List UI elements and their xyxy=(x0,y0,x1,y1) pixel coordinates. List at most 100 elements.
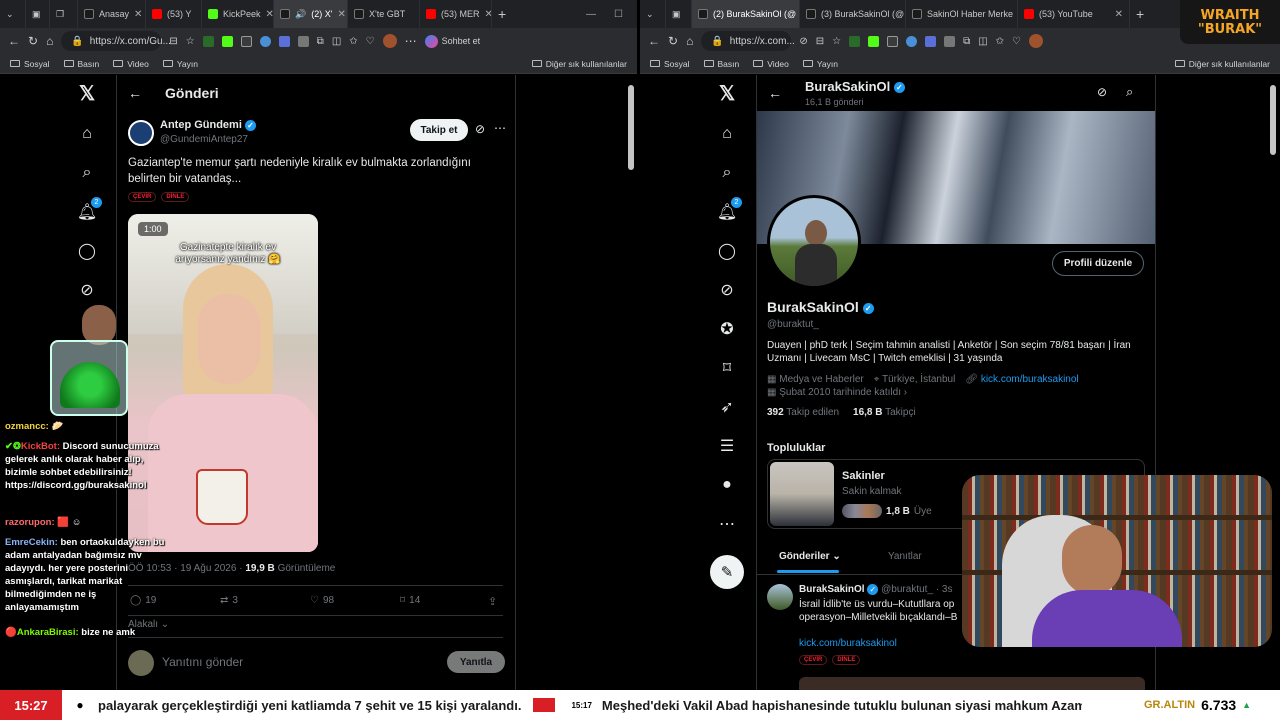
favorites-icon[interactable]: ✩ xyxy=(349,36,357,47)
scrollbar[interactable] xyxy=(628,85,634,170)
split-screen-icon[interactable]: ◫ xyxy=(978,36,987,47)
avatar[interactable] xyxy=(1029,34,1044,48)
tab-menu-icon[interactable]: ⌄ xyxy=(640,0,666,28)
jobs-icon[interactable]: ➶ xyxy=(717,397,737,417)
extension-icon[interactable] xyxy=(240,35,252,47)
grok-icon[interactable]: ⊘ xyxy=(717,280,737,300)
add-favorite-icon[interactable]: ☆ xyxy=(832,36,841,47)
reply-button[interactable]: Yanıtla xyxy=(447,651,505,673)
home-icon[interactable]: ⌂ xyxy=(77,124,97,144)
grok-icon[interactable]: ⊘ xyxy=(1097,85,1107,99)
reader-icon[interactable]: ⊟ xyxy=(816,36,824,47)
x-logo-icon[interactable]: 𝕏 xyxy=(717,83,737,105)
translate-tag[interactable]: ÇEVİR xyxy=(799,655,828,665)
extension-icon[interactable] xyxy=(925,35,937,47)
extensions-icon[interactable]: ⧉ xyxy=(317,36,324,47)
performance-icon[interactable]: ♡ xyxy=(366,36,375,47)
split-screen-icon[interactable]: ◫ xyxy=(332,36,341,47)
back-icon[interactable]: ← xyxy=(648,34,660,48)
share-icon[interactable]: ⇪ xyxy=(488,595,497,608)
tab-left-6[interactable]: (53) MER✕ xyxy=(420,0,492,28)
tab-left-1[interactable]: Anasay ✕ xyxy=(78,0,146,28)
tab-right-4[interactable]: (53) YouTube ✕ xyxy=(1018,0,1130,28)
close-tab-icon[interactable]: ✕ xyxy=(1115,9,1123,20)
extension-icon[interactable] xyxy=(887,35,899,47)
home-icon[interactable]: ⌂ xyxy=(686,34,693,48)
extension-icon[interactable] xyxy=(202,35,214,47)
extension-icon[interactable] xyxy=(849,35,861,47)
home-icon[interactable]: ⌂ xyxy=(717,124,737,144)
listen-tag[interactable]: DİNLE xyxy=(161,192,190,202)
tab-left-2[interactable]: (53) Y xyxy=(146,0,202,28)
like-action[interactable]: ♡ 98 xyxy=(310,595,334,606)
address-bar[interactable]: 🔒 https://x.com... xyxy=(701,31,795,51)
translate-tag[interactable]: ÇEVİR xyxy=(128,192,157,202)
post-media[interactable] xyxy=(799,677,1145,690)
profile-avatar[interactable] xyxy=(767,195,861,289)
extension-icon[interactable] xyxy=(221,35,233,47)
close-tab-icon[interactable]: ✕ xyxy=(485,9,491,20)
notifications-icon[interactable]: 🔔︎ 2 xyxy=(77,197,102,222)
tab-collections-icon[interactable]: ❐ xyxy=(50,0,78,28)
post-avatar[interactable] xyxy=(767,584,793,610)
avatar[interactable] xyxy=(382,34,397,48)
my-avatar[interactable] xyxy=(128,650,154,676)
search-icon[interactable]: ⌕ xyxy=(717,163,737,183)
tab-replies[interactable]: Yanıtlar xyxy=(888,551,922,562)
workspaces-icon[interactable]: ▣ xyxy=(666,0,692,28)
speaker-icon[interactable]: 🔊 xyxy=(295,9,306,20)
x-logo-icon[interactable]: 𝕏 xyxy=(77,83,97,105)
extension-icon[interactable] xyxy=(278,35,290,47)
author-name[interactable]: Antep Gündemi ✓ xyxy=(160,119,256,131)
followers-link[interactable]: 16,8 B Takipçi xyxy=(853,407,916,418)
extension-icon[interactable] xyxy=(868,35,880,47)
listen-tag[interactable]: DİNLE xyxy=(832,655,861,665)
reply-input[interactable]: Yanıtını gönder xyxy=(162,655,243,669)
search-icon[interactable]: ⌕ xyxy=(77,163,97,183)
website-item[interactable]: 🔗︎ kick.com/buraksakinol xyxy=(965,374,1078,385)
tracking-icon[interactable]: ⊘ xyxy=(799,36,807,47)
reader-icon[interactable]: ⊟ xyxy=(169,36,177,47)
tab-left-3[interactable]: KickPeek ✕ xyxy=(202,0,274,28)
author-avatar[interactable] xyxy=(128,120,154,146)
verified-orgs-icon[interactable]: ✪ xyxy=(717,319,737,339)
bookmark-folder[interactable]: Video xyxy=(113,59,149,69)
messages-icon[interactable]: ◯ xyxy=(717,241,737,261)
more-icon[interactable]: ⋯ xyxy=(717,514,737,534)
refresh-icon[interactable]: ↻ xyxy=(28,34,38,48)
extension-icon[interactable] xyxy=(297,35,309,47)
follow-button[interactable]: Takip et xyxy=(410,119,468,141)
tab-right-3[interactable]: SakinOl Haber Merke✕ xyxy=(906,0,1018,28)
more-icon[interactable]: ⋯ xyxy=(405,34,417,48)
favorites-icon[interactable]: ✩ xyxy=(996,36,1004,47)
profile-icon[interactable]: ● xyxy=(717,475,737,495)
bookmark-folder[interactable]: Sosyal xyxy=(10,59,50,69)
extensions-icon[interactable]: ⧉ xyxy=(963,36,970,47)
maximize-icon[interactable]: ☐ xyxy=(614,9,623,20)
back-arrow-icon[interactable]: ← xyxy=(128,85,142,101)
notifications-icon[interactable]: 🔔︎ 2 xyxy=(717,197,742,222)
bookmark-folder[interactable]: Yayın xyxy=(802,59,838,69)
tab-right-2[interactable]: (3) BurakSakinOl (@✕ xyxy=(800,0,906,28)
extension-icon[interactable] xyxy=(259,35,271,47)
extension-icon[interactable] xyxy=(944,35,956,47)
tab-menu-icon[interactable]: ⌄ xyxy=(0,0,26,28)
retweet-action[interactable]: ⇄ 3 xyxy=(220,595,238,606)
extension-icon[interactable] xyxy=(906,35,918,47)
home-icon[interactable]: ⌂ xyxy=(46,34,53,48)
bookmark-folder[interactable]: Basın xyxy=(703,59,739,69)
lists-icon[interactable]: ☰ xyxy=(717,436,737,456)
other-favorites[interactable]: Diğer sık kullanılanlar xyxy=(1174,59,1270,69)
refresh-icon[interactable]: ↻ xyxy=(668,34,678,48)
minimize-icon[interactable]: — xyxy=(586,9,596,20)
tweet-video[interactable]: 1:00 Gazinatepte kiralık ev arıyorsanız … xyxy=(128,214,318,552)
back-icon[interactable]: ← xyxy=(8,34,20,48)
close-tab-icon[interactable]: ✕ xyxy=(337,9,345,20)
tab-posts[interactable]: Gönderiler ⌄ xyxy=(779,551,841,562)
close-tab-icon[interactable]: ✕ xyxy=(266,9,273,20)
tab-left-5[interactable]: X'te GBT xyxy=(348,0,420,28)
bookmark-action[interactable]: ⌑ 14 xyxy=(400,595,420,606)
other-favorites[interactable]: Diğer sık kullanılanlar xyxy=(531,59,627,69)
edit-profile-button[interactable]: Profili düzenle xyxy=(1052,251,1144,276)
performance-icon[interactable]: ♡ xyxy=(1012,36,1021,47)
